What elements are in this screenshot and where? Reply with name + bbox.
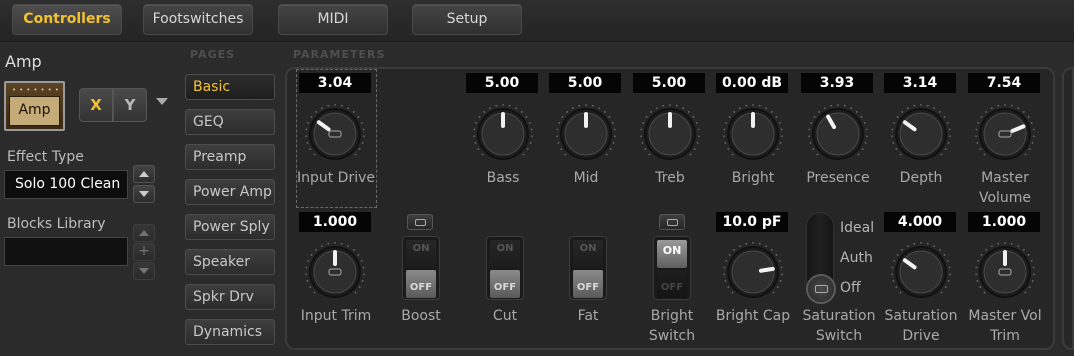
input-drive-value[interactable]: 3.04	[299, 73, 371, 93]
bright-value[interactable]: 0.00 dB	[716, 73, 788, 93]
y-button[interactable]: Y	[113, 88, 147, 122]
blocks-library-field[interactable]	[4, 237, 128, 266]
bass-knob[interactable]	[471, 100, 535, 164]
saturation-drive-value[interactable]: 4.000	[884, 212, 956, 232]
effect-type-field[interactable]: Solo 100 Clean	[4, 170, 128, 199]
fat-on-label: ON	[573, 240, 603, 268]
bass-label: Bass	[486, 170, 520, 186]
side-panel-edge	[1062, 67, 1074, 350]
presence-label: Presence	[806, 170, 870, 186]
page-basic[interactable]: Basic	[185, 74, 275, 100]
master-volume-knob[interactable]	[973, 100, 1037, 164]
cut-on-label: ON	[490, 240, 520, 268]
page-dynamics[interactable]: Dynamics	[185, 319, 275, 345]
input-drive-knob[interactable]	[303, 100, 367, 164]
x-button[interactable]: X	[79, 88, 113, 122]
saturation-switch-handle[interactable]	[806, 274, 836, 304]
bright-knob[interactable]	[721, 100, 785, 164]
input-trim-label: Input Trim	[300, 308, 372, 324]
page-preamp[interactable]: Preamp	[185, 144, 275, 170]
cut-switch[interactable]: ON OFF	[486, 236, 524, 300]
boost-off-label: OFF	[406, 270, 436, 298]
page-power-sply[interactable]: Power Sply	[185, 214, 275, 240]
boost-link-icon[interactable]	[407, 214, 433, 230]
blocks-library-add-button[interactable]: +	[133, 243, 155, 261]
page-speaker[interactable]: Speaker	[185, 249, 275, 275]
effect-type-label: Effect Type	[7, 149, 84, 165]
treb-label: Treb	[655, 170, 685, 186]
parameters-header: PARAMETERS	[293, 48, 386, 61]
depth-value[interactable]: 3.14	[884, 73, 956, 93]
page-spkr-drv[interactable]: Spkr Drv	[185, 284, 275, 310]
input-trim-knob[interactable]	[303, 238, 367, 302]
blocks-library-label: Blocks Library	[7, 216, 106, 232]
blocks-library-up-button[interactable]	[133, 224, 155, 242]
saturation-option-ideal[interactable]: Ideal	[840, 220, 874, 236]
bright-switch-link-icon[interactable]	[659, 214, 685, 230]
mid-knob[interactable]	[554, 100, 618, 164]
master-volume-label: Master Volume	[978, 170, 1032, 206]
top-tab-bar: Controllers Footswitches MIDI Setup	[0, 0, 1074, 42]
input-drive-label: Input Drive	[296, 170, 376, 186]
amp-block-thumbnail[interactable]: ••••••• Amp	[4, 81, 65, 131]
saturation-drive-label: Saturation Drive	[884, 308, 958, 344]
bright-cap-knob[interactable]	[721, 238, 785, 302]
boost-switch[interactable]: ON OFF	[402, 236, 440, 300]
saturation-option-auth[interactable]: Auth	[840, 250, 873, 266]
bright-switch[interactable]: ON OFF	[653, 236, 691, 300]
presence-knob[interactable]	[806, 100, 870, 164]
mid-value[interactable]: 5.00	[549, 73, 621, 93]
bright-switch-off-label: OFF	[657, 270, 687, 298]
master-vol-trim-value[interactable]: 1.000	[968, 212, 1040, 232]
chevron-down-icon[interactable]	[156, 98, 168, 105]
fat-label: Fat	[577, 308, 599, 324]
blocks-library-down-button[interactable]	[133, 262, 155, 280]
amp-dots-icon: •••••••	[12, 86, 62, 94]
treb-knob[interactable]	[638, 100, 702, 164]
tab-controllers[interactable]: Controllers	[12, 4, 122, 35]
bass-value[interactable]: 5.00	[466, 73, 538, 93]
bright-label: Bright	[731, 170, 775, 186]
bright-switch-label: Bright Switch	[648, 308, 696, 344]
mid-label: Mid	[573, 170, 599, 186]
master-vol-trim-knob[interactable]	[973, 238, 1037, 302]
depth-knob[interactable]	[889, 100, 953, 164]
amp-thumb-label: Amp	[18, 102, 51, 118]
effect-type-up-button[interactable]	[133, 165, 155, 183]
saturation-switch-label: Saturation Switch	[802, 308, 876, 344]
input-trim-value[interactable]: 1.000	[299, 212, 371, 232]
tab-setup[interactable]: Setup	[412, 4, 522, 35]
page-power-amp[interactable]: Power Amp	[185, 179, 275, 205]
bright-cap-value[interactable]: 10.0 pF	[716, 212, 788, 232]
presence-value[interactable]: 3.93	[801, 73, 873, 93]
depth-label: Depth	[899, 170, 943, 186]
tab-midi[interactable]: MIDI	[278, 4, 388, 35]
cut-label: Cut	[492, 308, 518, 324]
pages-header: PAGES	[190, 48, 236, 61]
boost-label: Boost	[401, 308, 441, 324]
fat-off-label: OFF	[573, 270, 603, 298]
boost-on-label: ON	[406, 240, 436, 268]
cut-off-label: OFF	[490, 270, 520, 298]
master-vol-trim-label: Master Vol Trim	[968, 308, 1042, 344]
master-volume-value[interactable]: 7.54	[968, 73, 1040, 93]
fat-switch[interactable]: ON OFF	[569, 236, 607, 300]
page-geq[interactable]: GEQ	[185, 109, 275, 135]
saturation-drive-knob[interactable]	[889, 238, 953, 302]
effect-type-down-button[interactable]	[133, 185, 155, 203]
saturation-option-off[interactable]: Off	[840, 280, 861, 296]
tab-footswitches[interactable]: Footswitches	[143, 4, 253, 35]
bright-cap-label: Bright Cap	[715, 308, 791, 324]
treb-value[interactable]: 5.00	[633, 73, 705, 93]
block-title: Amp	[5, 52, 42, 71]
bright-switch-on-label: ON	[657, 240, 687, 268]
